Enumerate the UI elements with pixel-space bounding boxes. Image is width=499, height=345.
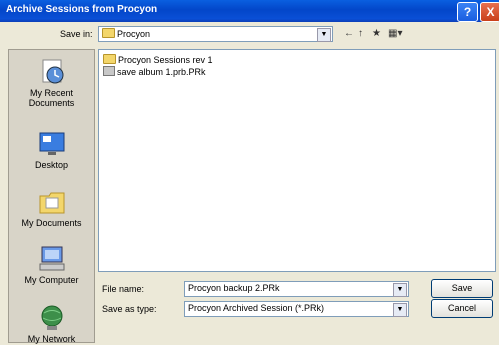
my-documents-icon: [37, 188, 67, 216]
save-as-type-label: Save as type:: [102, 304, 157, 314]
file-name-value: Procyon backup 2.PRk: [188, 283, 280, 293]
chevron-down-icon[interactable]: ▼: [317, 28, 331, 42]
place-label: Documents: [28, 98, 75, 108]
place-desktop[interactable]: Desktop: [9, 130, 94, 170]
save-button[interactable]: Save: [431, 279, 493, 298]
window-title: Archive Sessions from Procyon: [6, 4, 158, 15]
save-in-value: Procyon: [117, 29, 151, 39]
close-button[interactable]: X: [480, 2, 499, 22]
save-in-combo[interactable]: Procyon ▼: [98, 26, 333, 42]
save-as-type-value: Procyon Archived Session (*.PRk): [188, 303, 325, 313]
list-item[interactable]: save album 1.prb.PRk: [103, 66, 206, 77]
list-item[interactable]: Procyon Sessions rev 1: [103, 54, 213, 65]
place-label: Desktop: [34, 160, 69, 170]
place-label: My Network: [27, 334, 76, 344]
folder-icon: [102, 28, 115, 38]
save-as-type-select[interactable]: Procyon Archived Session (*.PRk) ▼: [184, 301, 409, 317]
place-my-documents[interactable]: My Documents: [9, 188, 94, 228]
my-computer-icon: [37, 245, 67, 273]
file-name-input[interactable]: Procyon backup 2.PRk ▼: [184, 281, 409, 297]
title-bar: Archive Sessions from Procyon ? X: [0, 0, 499, 22]
place-my-network[interactable]: My Network: [9, 304, 94, 344]
place-my-recent-documents[interactable]: My Recent Documents: [9, 58, 94, 108]
place-label: My Documents: [21, 218, 82, 228]
file-name: save album 1.prb.PRk: [117, 67, 206, 77]
views-menu-icon[interactable]: ▦▾: [388, 28, 402, 39]
save-in-label: Save in:: [60, 29, 93, 39]
file-name: Procyon Sessions rev 1: [118, 55, 213, 65]
document-icon: [103, 66, 115, 76]
file-list[interactable]: Procyon Sessions rev 1 save album 1.prb.…: [98, 49, 496, 272]
chevron-down-icon[interactable]: ▼: [393, 283, 407, 297]
place-my-computer[interactable]: My Computer: [9, 245, 94, 285]
file-name-label: File name:: [102, 284, 145, 294]
help-button[interactable]: ?: [457, 2, 478, 22]
chevron-down-icon[interactable]: ▼: [393, 303, 407, 317]
folder-icon: [103, 54, 116, 64]
back-icon[interactable]: ←: [344, 28, 354, 39]
desktop-icon: [37, 130, 67, 158]
places-bar: My Recent Documents Desktop My Documents…: [8, 49, 95, 344]
place-label: My Computer: [24, 275, 79, 285]
my-network-icon: [37, 304, 67, 332]
up-folder-icon[interactable]: ↑: [358, 28, 363, 39]
place-label: My Recent: [29, 88, 73, 98]
new-folder-icon[interactable]: ★: [372, 28, 381, 39]
recent-documents-icon: [37, 58, 67, 86]
cancel-button[interactable]: Cancel: [431, 299, 493, 318]
